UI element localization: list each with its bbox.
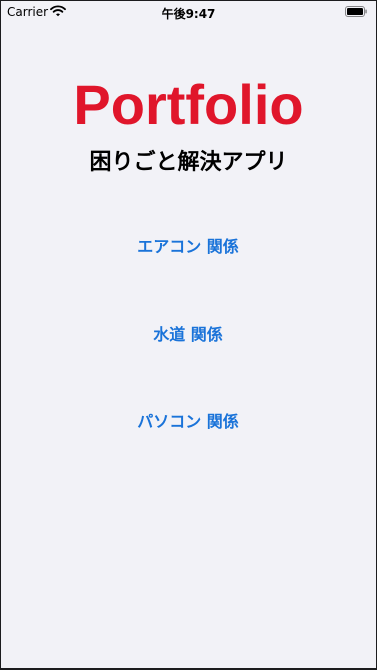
aircon-button[interactable]: エアコン 関係 [88,229,288,261]
water-button[interactable]: 水道 関係 [88,317,288,349]
status-bar: Carrier 午後9:47 [1,1,376,23]
page-subtitle: 困りごと解決アプリ [89,150,288,175]
status-time: 午後9:47 [161,7,216,21]
battery-icon [345,6,367,17]
app-screen: Carrier 午後9:47 Portfolio 困りごと解決アプリ エアコン … [1,1,376,668]
pc-button[interactable]: パソコン 関係 [88,404,288,436]
page-title: Portfolio [73,73,304,136]
